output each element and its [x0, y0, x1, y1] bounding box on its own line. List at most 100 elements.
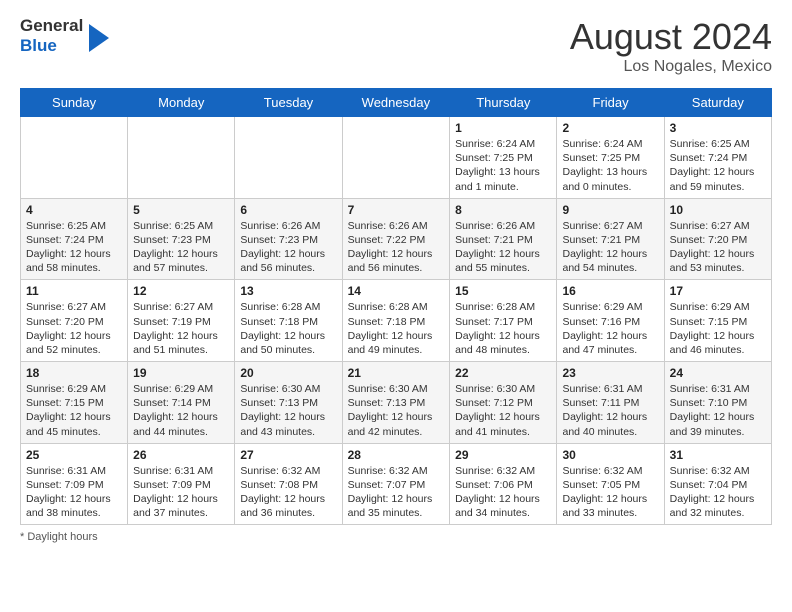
calendar-cell: 12 Sunrise: 6:27 AM Sunset: 7:19 PM Dayli… [128, 280, 235, 362]
cell-info-text: Sunrise: 6:28 AM Sunset: 7:18 PM Dayligh… [348, 300, 445, 357]
calendar-week-row: 4 Sunrise: 6:25 AM Sunset: 7:24 PM Daylig… [21, 198, 772, 280]
calendar-cell: 29Sunrise: 6:32 AM Sunset: 7:06 PM Dayli… [450, 443, 557, 525]
cell-info-text: Sunrise: 6:27 AM Sunset: 7:21 PM Dayligh… [562, 219, 658, 276]
cell-day-number: 14 [348, 284, 445, 298]
calendar-header-row: SundayMondayTuesdayWednesdayThursdayFrid… [21, 89, 772, 117]
cell-day-number: 27 [240, 448, 336, 462]
calendar-week-row: 18 Sunrise: 6:29 AM Sunset: 7:15 PM Dayli… [21, 362, 772, 444]
calendar-cell: 19Sunrise: 6:29 AM Sunset: 7:14 PM Dayli… [128, 362, 235, 444]
logo-arrow-icon [89, 24, 109, 52]
calendar-cell: 1 Sunrise: 6:24 AM Sunset: 7:25 PM Daylig… [450, 117, 557, 199]
cell-info-text: Sunrise: 6:28 AM Sunset: 7:17 PM Dayligh… [455, 300, 551, 357]
cell-day-number: 10 [670, 203, 766, 217]
cell-day-number: 9 [562, 203, 658, 217]
calendar-cell: 5 Sunrise: 6:25 AM Sunset: 7:23 PM Daylig… [128, 198, 235, 280]
calendar-cell: 22Sunrise: 6:30 AM Sunset: 7:12 PM Dayli… [450, 362, 557, 444]
calendar-cell: 3 Sunrise: 6:25 AM Sunset: 7:24 PM Daylig… [664, 117, 771, 199]
calendar-week-row: 25 Sunrise: 6:31 AM Sunset: 7:09 PM Dayli… [21, 443, 772, 525]
calendar-cell: 2 Sunrise: 6:24 AM Sunset: 7:25 PM Daylig… [557, 117, 664, 199]
cell-day-number: 3 [670, 121, 766, 135]
col-header-saturday: Saturday [664, 89, 771, 117]
calendar-cell: 9 Sunrise: 6:27 AM Sunset: 7:21 PM Daylig… [557, 198, 664, 280]
cell-info-text: Sunrise: 6:26 AM Sunset: 7:22 PM Dayligh… [348, 219, 445, 276]
calendar-cell: 13 Sunrise: 6:28 AM Sunset: 7:18 PM Dayli… [235, 280, 342, 362]
calendar-cell: 21Sunrise: 6:30 AM Sunset: 7:13 PM Dayli… [342, 362, 450, 444]
title-block: August 2024 Los Nogales, Mexico [570, 16, 772, 76]
col-header-thursday: Thursday [450, 89, 557, 117]
calendar-cell: 28 Sunrise: 6:32 AM Sunset: 7:07 PM Dayli… [342, 443, 450, 525]
cell-day-number: 19 [133, 366, 229, 380]
cell-info-text: Sunrise: 6:26 AM Sunset: 7:21 PM Dayligh… [455, 219, 551, 276]
cell-info-text: Sunrise: 6:26 AM Sunset: 7:23 PM Dayligh… [240, 219, 336, 276]
cell-day-number: 18 [26, 366, 122, 380]
cell-day-number: 28 [348, 448, 445, 462]
cell-info-text: Sunrise: 6:27 AM Sunset: 7:20 PM Dayligh… [26, 300, 122, 357]
calendar-cell: 8 Sunrise: 6:26 AM Sunset: 7:21 PM Daylig… [450, 198, 557, 280]
cell-info-text: Sunrise: 6:25 AM Sunset: 7:23 PM Dayligh… [133, 219, 229, 276]
cell-day-number: 29 [455, 448, 551, 462]
cell-day-number: 17 [670, 284, 766, 298]
cell-info-text: Sunrise: 6:29 AM Sunset: 7:16 PM Dayligh… [562, 300, 658, 357]
calendar-cell: 15 Sunrise: 6:28 AM Sunset: 7:17 PM Dayli… [450, 280, 557, 362]
cell-info-text: Sunrise: 6:25 AM Sunset: 7:24 PM Dayligh… [26, 219, 122, 276]
cell-day-number: 2 [562, 121, 658, 135]
month-year-title: August 2024 [570, 16, 772, 58]
cell-info-text: Sunrise: 6:31 AM Sunset: 7:10 PM Dayligh… [670, 382, 766, 439]
cell-day-number: 25 [26, 448, 122, 462]
cell-info-text: Sunrise: 6:25 AM Sunset: 7:24 PM Dayligh… [670, 137, 766, 194]
calendar-table: SundayMondayTuesdayWednesdayThursdayFrid… [20, 88, 772, 525]
cell-info-text: Sunrise: 6:31 AM Sunset: 7:11 PM Dayligh… [562, 382, 658, 439]
col-header-sunday: Sunday [21, 89, 128, 117]
cell-info-text: Sunrise: 6:30 AM Sunset: 7:13 PM Dayligh… [240, 382, 336, 439]
calendar-cell: 18 Sunrise: 6:29 AM Sunset: 7:15 PM Dayli… [21, 362, 128, 444]
cell-day-number: 15 [455, 284, 551, 298]
cell-day-number: 1 [455, 121, 551, 135]
cell-day-number: 26 [133, 448, 229, 462]
cell-day-number: 31 [670, 448, 766, 462]
cell-info-text: Sunrise: 6:32 AM Sunset: 7:04 PM Dayligh… [670, 464, 766, 521]
calendar-cell: 11Sunrise: 6:27 AM Sunset: 7:20 PM Dayli… [21, 280, 128, 362]
calendar-cell: 26Sunrise: 6:31 AM Sunset: 7:09 PM Dayli… [128, 443, 235, 525]
calendar-cell [235, 117, 342, 199]
calendar-cell: 14 Sunrise: 6:28 AM Sunset: 7:18 PM Dayli… [342, 280, 450, 362]
logo-general: General [20, 16, 83, 36]
calendar-cell: 24 Sunrise: 6:31 AM Sunset: 7:10 PM Dayli… [664, 362, 771, 444]
calendar-cell: 6Sunrise: 6:26 AM Sunset: 7:23 PM Daylig… [235, 198, 342, 280]
footer-note: * Daylight hours [20, 531, 772, 543]
calendar-week-row: 11Sunrise: 6:27 AM Sunset: 7:20 PM Dayli… [21, 280, 772, 362]
cell-day-number: 7 [348, 203, 445, 217]
cell-day-number: 12 [133, 284, 229, 298]
calendar-cell: 4 Sunrise: 6:25 AM Sunset: 7:24 PM Daylig… [21, 198, 128, 280]
cell-info-text: Sunrise: 6:32 AM Sunset: 7:05 PM Dayligh… [562, 464, 658, 521]
col-header-friday: Friday [557, 89, 664, 117]
cell-day-number: 8 [455, 203, 551, 217]
cell-info-text: Sunrise: 6:24 AM Sunset: 7:25 PM Dayligh… [562, 137, 658, 194]
daylight-label: Daylight hours [27, 531, 97, 543]
cell-day-number: 13 [240, 284, 336, 298]
calendar-cell: 10Sunrise: 6:27 AM Sunset: 7:20 PM Dayli… [664, 198, 771, 280]
cell-day-number: 22 [455, 366, 551, 380]
cell-day-number: 4 [26, 203, 122, 217]
calendar-cell: 31 Sunrise: 6:32 AM Sunset: 7:04 PM Dayli… [664, 443, 771, 525]
cell-info-text: Sunrise: 6:24 AM Sunset: 7:25 PM Dayligh… [455, 137, 551, 194]
cell-info-text: Sunrise: 6:27 AM Sunset: 7:19 PM Dayligh… [133, 300, 229, 357]
calendar-cell: 7 Sunrise: 6:26 AM Sunset: 7:22 PM Daylig… [342, 198, 450, 280]
cell-info-text: Sunrise: 6:29 AM Sunset: 7:15 PM Dayligh… [26, 382, 122, 439]
cell-info-text: Sunrise: 6:29 AM Sunset: 7:15 PM Dayligh… [670, 300, 766, 357]
location-subtitle: Los Nogales, Mexico [570, 58, 772, 76]
cell-info-text: Sunrise: 6:31 AM Sunset: 7:09 PM Dayligh… [26, 464, 122, 521]
logo-blue: Blue [20, 36, 83, 56]
cell-info-text: Sunrise: 6:30 AM Sunset: 7:13 PM Dayligh… [348, 382, 445, 439]
cell-day-number: 5 [133, 203, 229, 217]
calendar-week-row: 1 Sunrise: 6:24 AM Sunset: 7:25 PM Daylig… [21, 117, 772, 199]
cell-info-text: Sunrise: 6:28 AM Sunset: 7:18 PM Dayligh… [240, 300, 336, 357]
cell-day-number: 16 [562, 284, 658, 298]
cell-day-number: 30 [562, 448, 658, 462]
col-header-monday: Monday [128, 89, 235, 117]
calendar-cell: 23Sunrise: 6:31 AM Sunset: 7:11 PM Dayli… [557, 362, 664, 444]
calendar-cell: 17 Sunrise: 6:29 AM Sunset: 7:15 PM Dayli… [664, 280, 771, 362]
calendar-cell: 30 Sunrise: 6:32 AM Sunset: 7:05 PM Dayli… [557, 443, 664, 525]
cell-info-text: Sunrise: 6:32 AM Sunset: 7:07 PM Dayligh… [348, 464, 445, 521]
cell-day-number: 24 [670, 366, 766, 380]
calendar-cell: 27Sunrise: 6:32 AM Sunset: 7:08 PM Dayli… [235, 443, 342, 525]
